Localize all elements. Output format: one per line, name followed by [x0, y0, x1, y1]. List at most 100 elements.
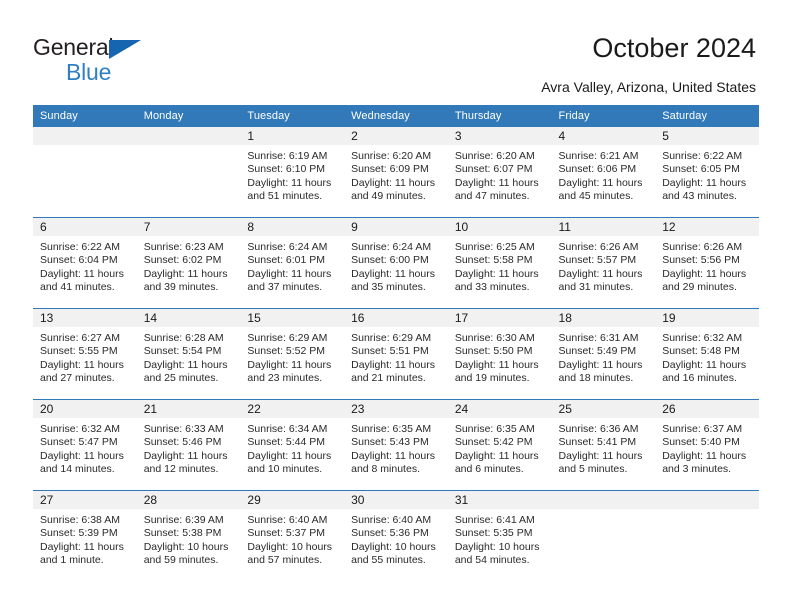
calendar-day-cell[interactable]: 7 Sunrise: 6:23 AM Sunset: 6:02 PM Daylight…	[136, 217, 241, 309]
daylight-text-line1: Daylight: 11 hours	[351, 449, 435, 462]
page-header: General Blue October 2024 Avra Valley, A…	[0, 0, 792, 100]
weekday-header-wednesday: Wednesday	[344, 105, 448, 127]
weekday-header-monday: Monday	[136, 105, 241, 127]
calendar-day-cell[interactable]: 29 Sunrise: 6:40 AM Sunset: 5:37 PM Dayligh…	[240, 490, 345, 581]
day-number: 11	[551, 218, 656, 236]
weekday-header-tuesday: Tuesday	[240, 105, 345, 127]
calendar-day-cell[interactable]: 23 Sunrise: 6:35 AM Sunset: 5:43 PM Dayligh…	[344, 399, 448, 491]
sunrise-text: Sunrise: 6:22 AM	[662, 150, 743, 162]
calendar-day-cell[interactable]: 5 Sunrise: 6:22 AM Sunset: 6:05 PM Daylight…	[655, 127, 759, 218]
calendar-day-cell[interactable]: 1 Sunrise: 6:19 AM Sunset: 6:10 PM Daylight…	[240, 127, 345, 218]
calendar-day-cell[interactable]: 3 Sunrise: 6:20 AM Sunset: 6:07 PM Daylight…	[447, 127, 552, 218]
day-details: Sunrise: 6:35 AM Sunset: 5:42 PM Daylight:…	[448, 418, 552, 477]
calendar-day-cell[interactable]: 18 Sunrise: 6:31 AM Sunset: 5:49 PM Dayligh…	[551, 308, 656, 400]
calendar-day-cell[interactable]: 24 Sunrise: 6:35 AM Sunset: 5:42 PM Dayligh…	[447, 399, 552, 491]
calendar-day-cell[interactable]: 8 Sunrise: 6:24 AM Sunset: 6:01 PM Daylight…	[240, 217, 345, 309]
day-details: Sunrise: 6:37 AM Sunset: 5:40 PM Daylight:…	[655, 418, 759, 477]
calendar-day-cell[interactable]: 20 Sunrise: 6:32 AM Sunset: 5:47 PM Dayligh…	[33, 399, 137, 491]
weekday-header-thursday: Thursday	[447, 105, 552, 127]
day-details: Sunrise: 6:38 AM Sunset: 5:39 PM Daylight:…	[33, 509, 137, 568]
calendar-day-cell[interactable]: 21 Sunrise: 6:33 AM Sunset: 5:46 PM Dayligh…	[136, 399, 241, 491]
day-details: Sunrise: 6:24 AM Sunset: 6:01 PM Daylight:…	[240, 236, 344, 295]
calendar-day-cell[interactable]: 27 Sunrise: 6:38 AM Sunset: 5:39 PM Dayligh…	[33, 490, 137, 581]
day-details: Sunrise: 6:25 AM Sunset: 5:58 PM Daylight:…	[448, 236, 552, 295]
calendar-day-cell[interactable]: 10 Sunrise: 6:25 AM Sunset: 5:58 PM Dayligh…	[447, 217, 552, 309]
day-cell-inner	[551, 491, 656, 581]
calendar-day-cell[interactable]: 15 Sunrise: 6:29 AM Sunset: 5:52 PM Dayligh…	[240, 308, 345, 400]
daylight-text-line1: Daylight: 11 hours	[454, 176, 539, 189]
sunset-text: Sunset: 5:52 PM	[247, 345, 326, 358]
sunrise-text: Sunrise: 6:41 AM	[454, 514, 535, 526]
day-cell-inner: 10 Sunrise: 6:25 AM Sunset: 5:58 PM Dayligh…	[447, 218, 552, 308]
day-cell-inner: 21 Sunrise: 6:33 AM Sunset: 5:46 PM Dayligh…	[136, 400, 241, 490]
calendar-day-cell[interactable]: 22 Sunrise: 6:34 AM Sunset: 5:44 PM Dayligh…	[240, 399, 345, 491]
sunset-text: Sunset: 5:35 PM	[454, 527, 533, 540]
day-details: Sunrise: 6:20 AM Sunset: 6:09 PM Daylight:…	[344, 145, 448, 204]
calendar-day-cell-empty	[551, 490, 656, 581]
sunrise-text: Sunrise: 6:22 AM	[40, 241, 120, 253]
day-details: Sunrise: 6:24 AM Sunset: 6:00 PM Daylight:…	[344, 236, 448, 295]
day-details: Sunrise: 6:32 AM Sunset: 5:47 PM Daylight:…	[33, 418, 137, 477]
calendar-day-cell[interactable]: 17 Sunrise: 6:30 AM Sunset: 5:50 PM Dayligh…	[447, 308, 552, 400]
sunset-text: Sunset: 6:01 PM	[247, 254, 326, 267]
daylight-text-line2: and 6 minutes.	[454, 463, 524, 476]
sunrise-text: Sunrise: 6:28 AM	[143, 332, 224, 344]
day-cell-inner	[33, 127, 137, 217]
logo-text-blue: Blue	[66, 59, 112, 85]
calendar-day-cell-empty	[33, 127, 137, 218]
day-details: Sunrise: 6:28 AM Sunset: 5:54 PM Daylight:…	[137, 327, 241, 386]
calendar-day-cell[interactable]: 28 Sunrise: 6:39 AM Sunset: 5:38 PM Dayligh…	[136, 490, 241, 581]
day-cell-inner	[136, 127, 241, 217]
sunrise-text: Sunrise: 6:29 AM	[351, 332, 432, 344]
calendar-day-cell[interactable]: 14 Sunrise: 6:28 AM Sunset: 5:54 PM Dayligh…	[136, 308, 241, 400]
daylight-text-line2: and 29 minutes.	[662, 281, 737, 294]
day-cell-inner: 14 Sunrise: 6:28 AM Sunset: 5:54 PM Dayligh…	[136, 309, 241, 399]
day-number: 3	[447, 127, 552, 145]
day-details: Sunrise: 6:29 AM Sunset: 5:51 PM Daylight:…	[344, 327, 448, 386]
sunrise-text: Sunrise: 6:29 AM	[247, 332, 328, 344]
calendar-day-cell[interactable]: 30 Sunrise: 6:40 AM Sunset: 5:36 PM Dayligh…	[344, 490, 448, 581]
calendar-day-cell[interactable]: 16 Sunrise: 6:29 AM Sunset: 5:51 PM Dayligh…	[344, 308, 448, 400]
daylight-text-line2: and 5 minutes.	[558, 463, 628, 476]
sunset-text: Sunset: 5:50 PM	[454, 345, 533, 358]
sunrise-text: Sunrise: 6:20 AM	[454, 150, 535, 162]
daylight-text-line2: and 21 minutes.	[351, 372, 426, 385]
calendar-day-cell[interactable]: 9 Sunrise: 6:24 AM Sunset: 6:00 PM Daylight…	[344, 217, 448, 309]
day-number: 1	[240, 127, 345, 145]
sunrise-text: Sunrise: 6:26 AM	[558, 241, 639, 253]
calendar-day-cell[interactable]: 11 Sunrise: 6:26 AM Sunset: 5:57 PM Dayligh…	[551, 217, 656, 309]
calendar-day-cell[interactable]: 19 Sunrise: 6:32 AM Sunset: 5:48 PM Dayligh…	[655, 308, 759, 400]
day-cell-inner: 22 Sunrise: 6:34 AM Sunset: 5:44 PM Dayligh…	[240, 400, 345, 490]
general-blue-logo: General Blue	[33, 36, 141, 85]
calendar-body: 1 Sunrise: 6:19 AM Sunset: 6:10 PM Daylight…	[33, 127, 759, 581]
calendar-day-cell[interactable]: 12 Sunrise: 6:26 AM Sunset: 5:56 PM Dayligh…	[655, 217, 759, 309]
day-number: 18	[551, 309, 656, 327]
calendar-day-cell[interactable]: 13 Sunrise: 6:27 AM Sunset: 5:55 PM Dayligh…	[33, 308, 137, 400]
calendar-day-cell-empty	[136, 127, 241, 218]
day-cell-inner: 1 Sunrise: 6:19 AM Sunset: 6:10 PM Daylight…	[240, 127, 345, 217]
sunset-text: Sunset: 5:54 PM	[143, 345, 222, 358]
daylight-text-line1: Daylight: 11 hours	[454, 358, 539, 371]
daylight-text-line2: and 49 minutes.	[351, 190, 426, 203]
sunrise-text: Sunrise: 6:24 AM	[351, 241, 432, 253]
calendar-day-cell[interactable]: 25 Sunrise: 6:36 AM Sunset: 5:41 PM Dayligh…	[551, 399, 656, 491]
daylight-text-line2: and 27 minutes.	[40, 372, 115, 385]
day-number: 6	[33, 218, 137, 236]
day-details: Sunrise: 6:34 AM Sunset: 5:44 PM Daylight:…	[240, 418, 344, 477]
day-details: Sunrise: 6:32 AM Sunset: 5:48 PM Daylight:…	[655, 327, 759, 386]
daylight-text-line1: Daylight: 11 hours	[247, 358, 332, 371]
daylight-text-line2: and 14 minutes.	[40, 463, 115, 476]
calendar-table: Sunday Monday Tuesday Wednesday Thursday…	[33, 105, 759, 581]
daylight-text-line1: Daylight: 10 hours	[143, 540, 229, 553]
daylight-text-line1: Daylight: 11 hours	[662, 358, 747, 371]
sunset-text: Sunset: 5:44 PM	[247, 436, 326, 449]
daylight-text-line1: Daylight: 11 hours	[558, 176, 643, 189]
daylight-text-line2: and 37 minutes.	[247, 281, 323, 294]
triangle-icon	[109, 40, 141, 59]
calendar-day-cell[interactable]: 2 Sunrise: 6:20 AM Sunset: 6:09 PM Daylight…	[344, 127, 448, 218]
calendar-day-cell[interactable]: 4 Sunrise: 6:21 AM Sunset: 6:06 PM Daylight…	[551, 127, 656, 218]
calendar-day-cell[interactable]: 31 Sunrise: 6:41 AM Sunset: 5:35 PM Dayligh…	[447, 490, 552, 581]
calendar-day-cell[interactable]: 6 Sunrise: 6:22 AM Sunset: 6:04 PM Daylight…	[33, 217, 137, 309]
calendar-day-cell[interactable]: 26 Sunrise: 6:37 AM Sunset: 5:40 PM Dayligh…	[655, 399, 759, 491]
day-details: Sunrise: 6:35 AM Sunset: 5:43 PM Daylight:…	[344, 418, 448, 477]
